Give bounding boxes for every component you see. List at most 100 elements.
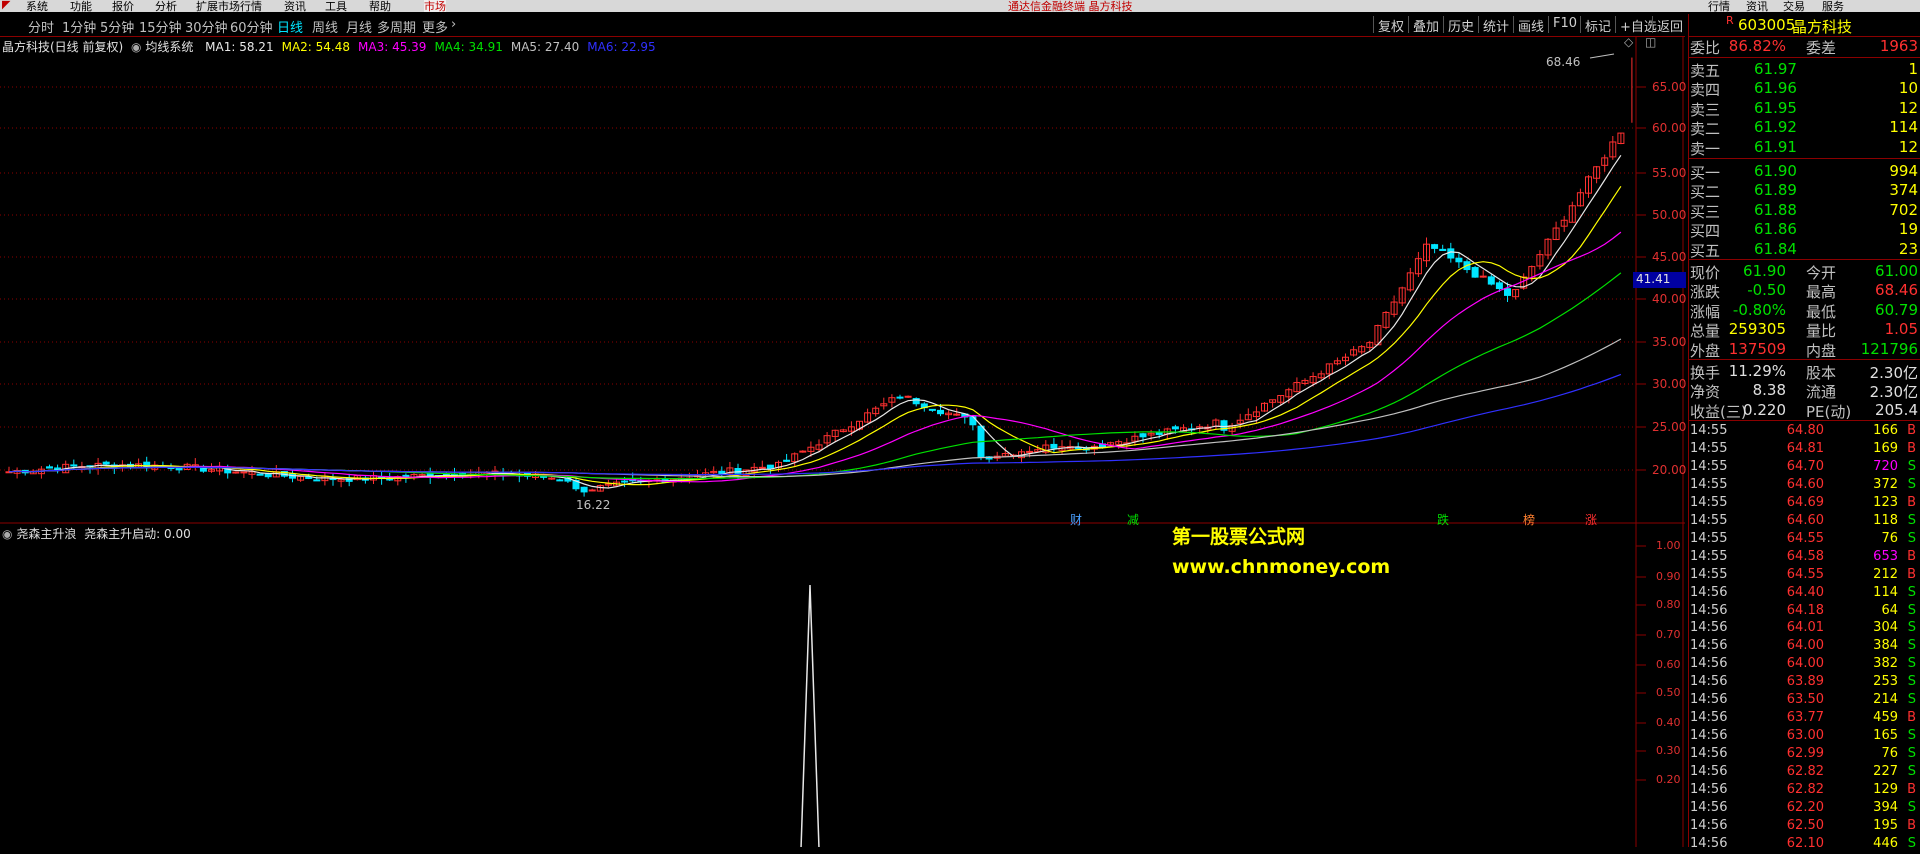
tick-row: 14:55 64.81 169 B	[1688, 441, 1920, 459]
indicator-tick-label: 0.30	[1656, 744, 1681, 757]
event-marker-3[interactable]: 榜	[1523, 511, 1535, 528]
ask-row[interactable]: 卖五 61.97 1	[1688, 60, 1920, 80]
menu-item-1[interactable]: 功能	[70, 0, 92, 12]
chart-area[interactable]: 晶方科技(日线 前复权) ◉ 均线系统 MA1: 58.21 MA2: 54.48…	[0, 35, 1687, 847]
stat2-value: 11.29%	[1728, 362, 1786, 380]
tick-side: S	[1907, 620, 1916, 636]
window-toggle-icon[interactable]: ◫	[1645, 35, 1656, 49]
candle-body	[799, 450, 807, 453]
tick-time: 14:56	[1690, 817, 1728, 833]
event-marker-4[interactable]: 涨	[1585, 511, 1597, 528]
tick-side: B	[1907, 710, 1916, 726]
event-marker-1[interactable]: 减	[1127, 511, 1139, 528]
ask-row[interactable]: 卖四 61.96 10	[1688, 79, 1920, 99]
ask-label: 卖二	[1690, 120, 1721, 139]
period-tab-2[interactable]: 5分钟	[100, 17, 134, 36]
tick-price: 64.81	[1786, 440, 1824, 456]
bid-row[interactable]: 买三 61.88 702	[1688, 201, 1920, 221]
toolbar-button-2[interactable]: 历史	[1443, 16, 1478, 35]
candle-body	[783, 459, 791, 462]
bid-row[interactable]: 买二 61.89 374	[1688, 181, 1920, 201]
kline-chart[interactable]	[0, 36, 1685, 847]
price-tick-label: 20.00	[1652, 463, 1687, 477]
tick-side: S	[1907, 656, 1916, 672]
ask-label: 卖一	[1690, 139, 1721, 158]
period-tab-7[interactable]: 周线	[312, 17, 338, 36]
indicator-panel-value: 尧森主升启动: 0.00	[84, 527, 191, 541]
toolbar-button-3[interactable]: 统计	[1478, 16, 1513, 35]
toolbar-button-6[interactable]: 标记	[1580, 16, 1615, 35]
period-tab-9[interactable]: 多周期	[377, 17, 416, 36]
candle-body	[70, 464, 78, 467]
tick-time: 14:56	[1690, 656, 1728, 672]
bid-row[interactable]: 买四 61.86 19	[1688, 220, 1920, 240]
event-marker-0[interactable]: 财	[1070, 511, 1082, 528]
ask-row[interactable]: 卖一 61.91 12	[1688, 138, 1920, 158]
period-tab-10[interactable]: 更多	[422, 17, 448, 36]
period-tab-4[interactable]: 30分钟	[185, 17, 228, 36]
menu-item-8[interactable]: 市场	[424, 0, 446, 12]
candle-body	[904, 395, 912, 398]
indicator-name[interactable]: 均线系统	[145, 40, 193, 54]
price-tick-label: 30.00	[1652, 377, 1687, 391]
menu-item-5[interactable]: 资讯	[284, 0, 306, 12]
event-marker-2[interactable]: 跌	[1437, 511, 1449, 528]
tick-side: B	[1907, 566, 1916, 582]
tick-time: 14:55	[1690, 423, 1728, 438]
menu-item-6[interactable]: 工具	[325, 0, 347, 12]
period-tab-6[interactable]: 日线	[277, 17, 303, 36]
tick-time: 14:56	[1690, 692, 1728, 708]
period-tab-0[interactable]: 分时	[28, 17, 54, 36]
tick-row: 14:55 64.80 166 B	[1688, 423, 1920, 441]
candle-body	[1487, 276, 1495, 285]
bid-row[interactable]: 买五 61.84 23	[1688, 240, 1920, 260]
stat-label: 总量	[1690, 322, 1721, 341]
period-tab-3[interactable]: 15分钟	[139, 17, 182, 36]
tick-side: S	[1907, 458, 1916, 474]
period-tab-1[interactable]: 1分钟	[62, 17, 96, 36]
indicator-tick-label: 1.00	[1656, 539, 1681, 552]
menu-item-0[interactable]: 系统	[26, 0, 48, 12]
tick-volume: 459	[1873, 710, 1898, 726]
menu-right-item-1[interactable]: 资讯	[1746, 0, 1768, 12]
stat-row: 涨跌 -0.50 最高 68.46	[1688, 281, 1920, 301]
menu-right-item-3[interactable]: 服务	[1822, 0, 1844, 12]
stat-value-2: 121796	[1860, 339, 1918, 358]
indicator-tick-label: 0.60	[1656, 658, 1681, 671]
toolbar-button-4[interactable]: 画线	[1513, 16, 1548, 35]
tick-volume: 76	[1881, 746, 1898, 762]
toolbar-button-8[interactable]: 返回	[1652, 16, 1687, 35]
menu-item-4[interactable]: 扩展市场行情	[196, 0, 262, 12]
menu-item-7[interactable]: 帮助	[369, 0, 391, 12]
tick-side: S	[1907, 835, 1916, 851]
diamond-icon[interactable]: ◇	[1624, 35, 1633, 49]
tick-price: 62.82	[1786, 764, 1824, 780]
toolbar-button-0[interactable]: 复权	[1373, 16, 1408, 35]
indicator-panel-name[interactable]: 尧森主升浪	[16, 527, 76, 541]
candle-body	[734, 468, 742, 474]
toolbar-button-5[interactable]: F10	[1548, 16, 1581, 33]
price-tick-label: 60.00	[1652, 121, 1687, 135]
tick-row: 14:55 64.55 76 S	[1688, 531, 1920, 549]
stat-value-2: 61.00	[1875, 262, 1918, 280]
period-tab-8[interactable]: 月线	[346, 17, 372, 36]
indicator-toggle-icon-2[interactable]: ◉	[2, 527, 12, 541]
tick-volume: 382	[1873, 656, 1898, 672]
ask-row[interactable]: 卖三 61.95 12	[1688, 99, 1920, 119]
bid-row[interactable]: 买一 61.90 994	[1688, 162, 1920, 182]
tick-side: B	[1907, 548, 1916, 564]
candle-body	[1026, 450, 1034, 453]
ask-row[interactable]: 卖二 61.92 114	[1688, 118, 1920, 139]
menu-bar: ◤ 系统 功能 报价 分析 扩展市场行情 资讯 工具 帮助 市场 通达信金融终端 晶方科技 行情…	[0, 0, 1920, 12]
more-chevron-icon[interactable]: ›	[451, 17, 456, 32]
menu-right-item-0[interactable]: 行情	[1708, 0, 1730, 12]
tick-side: S	[1907, 746, 1916, 762]
tick-row: 14:55 64.58 653 B	[1688, 549, 1920, 567]
menu-item-3[interactable]: 分析	[155, 0, 177, 12]
indicator-toggle-icon[interactable]: ◉	[131, 40, 141, 54]
tick-time: 14:55	[1690, 548, 1728, 564]
period-tab-5[interactable]: 60分钟	[230, 17, 273, 36]
menu-item-2[interactable]: 报价	[112, 0, 134, 12]
toolbar-button-1[interactable]: 叠加	[1408, 16, 1443, 35]
menu-right-item-2[interactable]: 交易	[1783, 0, 1805, 12]
